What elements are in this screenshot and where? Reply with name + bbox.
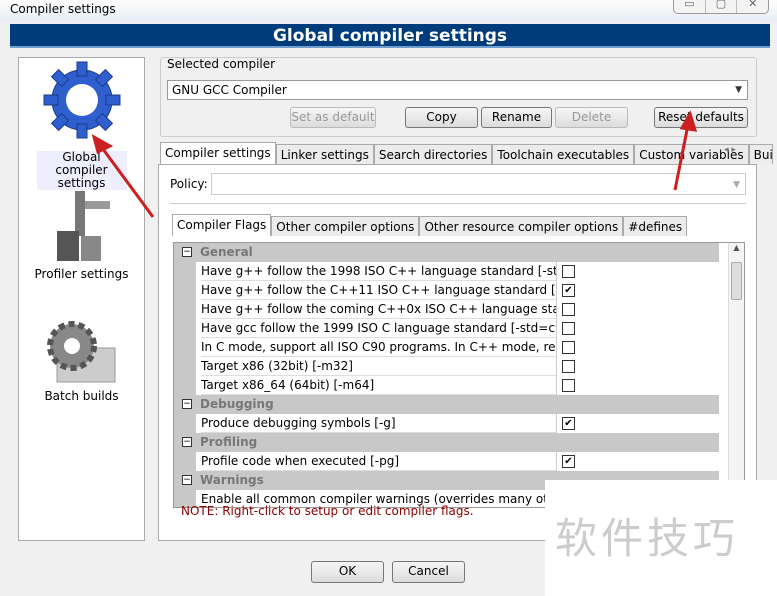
- policy-select[interactable]: ▼: [211, 173, 746, 195]
- flag-category[interactable]: − Profiling: [174, 433, 719, 452]
- watermark-text: 软件技巧: [555, 514, 740, 563]
- row-margin: [174, 319, 196, 338]
- flag-row: Produce debugging symbols [-g] ✔: [174, 414, 719, 433]
- scrollbar-thumb[interactable]: [731, 262, 742, 300]
- row-margin: [174, 357, 196, 376]
- window-controls: ▭ ▢ ✕: [673, 0, 769, 14]
- row-margin: [174, 262, 196, 281]
- set-as-default-button[interactable]: Set as default: [290, 107, 376, 128]
- flag-checkbox[interactable]: ✔: [562, 417, 575, 430]
- flag-row: Have g++ follow the 1998 ISO C++ languag…: [174, 262, 719, 281]
- flag-row: Target x86 (32bit) [-m32]: [174, 357, 719, 376]
- flag-row: Profile code when executed [-pg] ✔: [174, 452, 719, 471]
- flag-checkbox[interactable]: ✔: [562, 455, 575, 468]
- flag-row: Have g++ follow the coming C++0x ISO C++…: [174, 300, 719, 319]
- collapse-icon[interactable]: −: [182, 437, 192, 447]
- flag-row: In C mode, support all ISO C90 programs.…: [174, 338, 719, 357]
- flag-label: Target x86_64 (64bit) [-m64]: [201, 376, 557, 395]
- note-text: NOTE: Right-click to setup or edit compi…: [181, 504, 474, 518]
- caliper-icon: [56, 191, 110, 261]
- tab-linker-settings[interactable]: Linker settings: [275, 144, 374, 164]
- flag-checkbox[interactable]: [562, 303, 575, 316]
- flag-category[interactable]: − Debugging: [174, 395, 719, 414]
- flag-label: Target x86 (32bit) [-m32]: [201, 357, 557, 376]
- reset-defaults-button[interactable]: Reset defaults: [654, 107, 748, 128]
- page-title: Global compiler settings: [10, 24, 770, 48]
- cancel-button[interactable]: Cancel: [392, 561, 465, 583]
- row-margin: [174, 452, 196, 471]
- flag-checkbox[interactable]: [562, 360, 575, 373]
- flag-label: Have g++ follow the 1998 ISO C++ languag…: [201, 262, 557, 281]
- tab-scroll-arrows[interactable]: ◂ ▸: [724, 145, 736, 155]
- category-label: General: [200, 245, 253, 259]
- row-margin: [174, 414, 196, 433]
- flag-checkbox[interactable]: [562, 265, 575, 278]
- collapse-icon[interactable]: −: [182, 247, 192, 257]
- collapse-icon[interactable]: −: [182, 399, 192, 409]
- flag-checkbox[interactable]: [562, 379, 575, 392]
- sidebar: Global compiler settings Profiler settin…: [18, 45, 145, 541]
- policy-label: Policy:: [170, 177, 208, 191]
- ok-button[interactable]: OK: [311, 561, 384, 583]
- copy-button[interactable]: Copy: [405, 107, 478, 128]
- flag-category[interactable]: − General: [174, 243, 719, 262]
- category-label: Debugging: [200, 397, 274, 411]
- row-margin: [174, 281, 196, 300]
- delete-button[interactable]: Delete: [555, 107, 628, 128]
- flag-checkbox[interactable]: ✔: [562, 284, 575, 297]
- compiler-flags-grid: − General Have g++ follow the 1998 ISO C++…: [173, 242, 745, 508]
- tab-build-options[interactable]: Bui: [748, 144, 773, 164]
- compiler-select[interactable]: GNU GCC Compiler ▼: [167, 80, 748, 100]
- settings-tabs: Compiler settings Linker settings Search…: [160, 142, 773, 164]
- tab-search-directories[interactable]: Search directories: [373, 144, 493, 164]
- category-label: Profiling: [200, 435, 258, 449]
- sidebar-item-profiler[interactable]: Profiler settings: [19, 186, 144, 281]
- vertical-scrollbar[interactable]: ▲: [728, 243, 744, 507]
- flag-label: Produce debugging symbols [-g]: [201, 414, 557, 433]
- row-margin: [174, 376, 196, 395]
- gear-icon: [27, 45, 136, 155]
- flag-checkbox[interactable]: [562, 322, 575, 335]
- tab-defines[interactable]: #defines: [623, 216, 688, 236]
- row-margin: [174, 338, 196, 357]
- chevron-down-icon: ▼: [733, 180, 740, 190]
- row-margin: [174, 300, 196, 319]
- compiler-select-value: GNU GCC Compiler: [172, 83, 287, 97]
- compiler-subtabs: Compiler Flags Other compiler options Ot…: [172, 214, 688, 236]
- flag-label: Have g++ follow the C++11 ISO C++ langua…: [201, 281, 557, 300]
- maximize-button[interactable]: ▢: [706, 0, 738, 13]
- tab-compiler-settings[interactable]: Compiler settings: [160, 142, 276, 164]
- title-bar: [0, 0, 777, 22]
- selected-compiler-label: Selected compiler: [167, 57, 276, 71]
- flag-row: Have gcc follow the 1999 ISO C language …: [174, 319, 719, 338]
- flag-label: In C mode, support all ISO C90 programs.…: [201, 338, 557, 357]
- chevron-down-icon: ▼: [735, 85, 742, 95]
- flag-row: Have g++ follow the C++11 ISO C++ langua…: [174, 281, 719, 300]
- rename-button[interactable]: Rename: [481, 107, 552, 128]
- sidebar-item-label: Profiler settings: [34, 267, 129, 281]
- category-label: Warnings: [200, 473, 264, 487]
- sidebar-item-label: Batch builds: [44, 389, 119, 403]
- collapse-icon[interactable]: −: [182, 475, 192, 485]
- flag-label: Have g++ follow the coming C++0x ISO C++…: [201, 300, 557, 319]
- sidebar-item-label: Global compiler settings: [36, 151, 127, 190]
- close-button[interactable]: ✕: [737, 0, 768, 13]
- tab-other-resource-compiler-options[interactable]: Other resource compiler options: [419, 216, 624, 236]
- sidebar-item-global-compiler[interactable]: Global compiler settings: [19, 45, 144, 190]
- flag-row: Target x86_64 (64bit) [-m64]: [174, 376, 719, 395]
- minimize-button[interactable]: ▭: [674, 0, 706, 13]
- flag-label: Profile code when executed [-pg]: [201, 452, 557, 471]
- tab-compiler-flags[interactable]: Compiler Flags: [172, 214, 272, 236]
- tab-toolchain-executables[interactable]: Toolchain executables: [492, 144, 635, 164]
- tab-other-compiler-options[interactable]: Other compiler options: [271, 216, 420, 236]
- flag-label: Have gcc follow the 1999 ISO C language …: [201, 319, 557, 338]
- gear-stack-icon: [46, 321, 115, 383]
- separator: [170, 203, 746, 204]
- flag-checkbox[interactable]: [562, 341, 575, 354]
- window-title: Compiler settings: [10, 2, 116, 16]
- sidebar-item-batch-builds[interactable]: Batch builds: [19, 318, 144, 403]
